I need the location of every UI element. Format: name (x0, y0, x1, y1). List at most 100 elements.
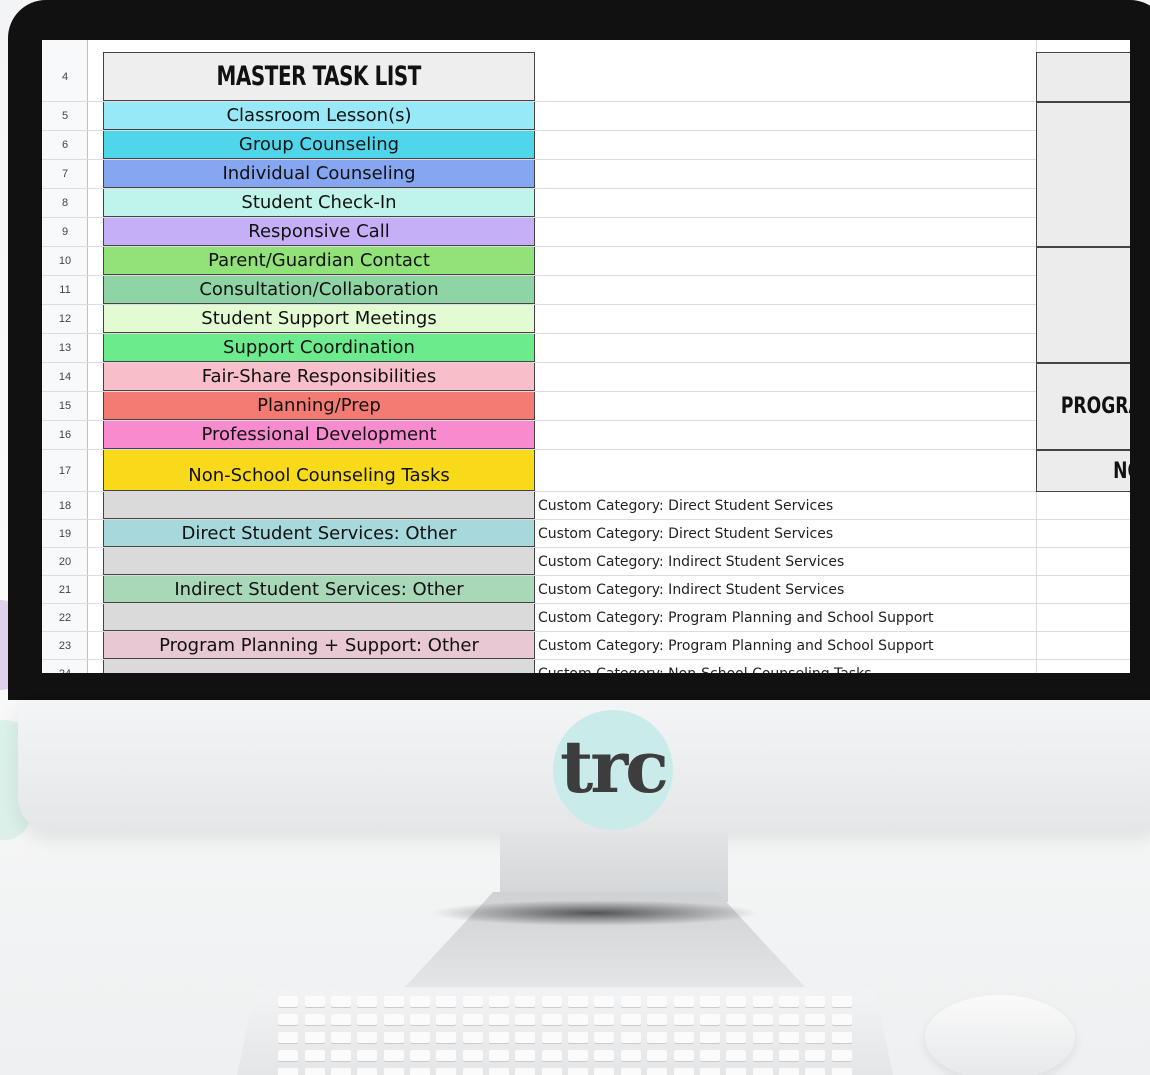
row-number[interactable]: 22 (42, 604, 88, 631)
category-note-cell[interactable]: Custom Category: Indirect Student Servic… (538, 548, 844, 575)
row-number[interactable]: 21 (42, 576, 88, 603)
row-number[interactable]: 18 (42, 492, 88, 519)
keyboard-key (831, 1014, 852, 1025)
side-program-cell[interactable]: PROGRA (1036, 363, 1130, 450)
task-cell[interactable]: Individual Counseling (103, 160, 535, 188)
keyboard-key (304, 1050, 325, 1061)
task-cell[interactable]: Classroom Lesson(s) (103, 102, 535, 130)
keyboard-key (779, 1014, 799, 1025)
task-cell[interactable]: Non-School Counseling Tasks (103, 450, 535, 491)
keyboard-key (568, 1068, 589, 1075)
keyboard-key (383, 1050, 404, 1061)
row-number[interactable]: 15 (42, 392, 88, 420)
task-cell[interactable]: Program Planning + Support: Other (103, 632, 535, 659)
row-number[interactable]: 8 (42, 189, 88, 217)
sheet-row: 10 Parent/Guardian Contact (42, 247, 1130, 276)
row-number[interactable]: 24 (42, 660, 88, 674)
row-number[interactable]: 13 (42, 334, 88, 362)
keyboard-key (647, 1068, 668, 1075)
keyboard-key (805, 1014, 826, 1025)
keyboard-key (436, 1068, 457, 1075)
sheet-row: 14 Fair-Share Responsibilities (42, 363, 1130, 392)
keyboard-key (620, 996, 641, 1007)
keyboard-key (726, 1050, 747, 1061)
row-number[interactable]: 10 (42, 247, 88, 275)
row-number[interactable]: 20 (42, 548, 88, 575)
keyboard-key (462, 1068, 483, 1075)
row-number[interactable]: 9 (42, 218, 88, 246)
task-cell[interactable]: Fair-Share Responsibilities (103, 363, 535, 391)
task-cell[interactable]: Direct Student Services: Other (103, 520, 535, 547)
keyboard-key (726, 1068, 747, 1075)
keyboard-key (699, 1068, 720, 1075)
row-number[interactable]: 16 (42, 421, 88, 449)
keyboard-key (752, 1032, 773, 1043)
task-cell[interactable]: Planning/Prep (103, 392, 535, 420)
keyboard-key (330, 1032, 351, 1043)
category-note-cell[interactable]: Custom Category: Indirect Student Servic… (538, 576, 844, 603)
task-cell[interactable] (103, 604, 535, 631)
task-cell[interactable]: Student Support Meetings (103, 305, 535, 333)
task-cell[interactable] (103, 492, 535, 519)
task-cell[interactable]: Support Coordination (103, 334, 535, 362)
keyboard-key (489, 1014, 510, 1025)
keyboard-key (779, 1032, 799, 1043)
task-cell[interactable]: Indirect Student Services: Other (103, 576, 535, 603)
side-direct-cell[interactable] (1036, 102, 1130, 247)
category-note-cell[interactable]: Custom Category: Direct Student Services (538, 492, 833, 519)
task-cell[interactable]: Student Check-In (103, 189, 535, 217)
category-note-cell[interactable]: Custom Category: Direct Student Services (538, 520, 833, 547)
task-cell[interactable]: Professional Development (103, 421, 535, 449)
keyboard-key (673, 1068, 694, 1075)
row-number[interactable]: 19 (42, 520, 88, 547)
row-number[interactable]: 4 (42, 52, 88, 101)
keyboard-key (357, 1050, 378, 1061)
task-cell[interactable] (103, 660, 535, 673)
keyboard-row (235, 1068, 895, 1075)
keyboard-key (383, 1068, 404, 1075)
keyboard-key (699, 1032, 720, 1043)
row-number[interactable]: 11 (42, 276, 88, 304)
keyboard-key (779, 1068, 799, 1075)
row-number[interactable]: 23 (42, 632, 88, 659)
keyboard-key (541, 1050, 562, 1061)
task-cell[interactable]: Parent/Guardian Contact (103, 247, 535, 275)
keyboard-key (409, 1068, 430, 1075)
category-note-cell[interactable]: Custom Category: Program Planning and Sc… (538, 604, 934, 631)
sheet-row: 9 Responsive Call (42, 218, 1130, 247)
side-indirect-cell[interactable]: I (1036, 247, 1130, 363)
task-cell[interactable]: Responsive Call (103, 218, 535, 246)
category-note-cell[interactable]: Custom Category: Program Planning and Sc… (538, 632, 934, 659)
row-number[interactable]: 17 (42, 450, 88, 491)
keyboard-key (436, 1014, 457, 1025)
category-note-cell[interactable]: Custom Category: Non-School Counseling T… (538, 660, 872, 674)
row-number[interactable]: 7 (42, 160, 88, 188)
keyboard-key (673, 996, 694, 1007)
keyboard-key (699, 996, 720, 1007)
row-number[interactable]: 14 (42, 363, 88, 391)
keyboard (235, 990, 895, 1075)
keyboard-key (462, 1032, 483, 1043)
task-cell[interactable] (103, 548, 535, 575)
keyboard-key (541, 1068, 562, 1075)
keyboard-key (409, 1032, 430, 1043)
keyboard-key (805, 1050, 826, 1061)
task-cell[interactable]: Group Counseling (103, 131, 535, 159)
keyboard-key (673, 1014, 694, 1025)
keyboard-key (330, 996, 351, 1007)
side-header-cell[interactable] (1036, 52, 1130, 102)
sheet-row: 6 Group Counseling (42, 131, 1130, 160)
keyboard-key (620, 1068, 641, 1075)
sheet-row: 5 Classroom Lesson(s) (42, 102, 1130, 131)
keyboard-key (831, 1050, 852, 1061)
master-task-list-header[interactable]: MASTER TASK LIST (103, 52, 535, 101)
row-number[interactable]: 12 (42, 305, 88, 333)
keyboard-key (805, 1068, 826, 1075)
row-number[interactable]: 5 (42, 102, 88, 130)
task-cell[interactable]: Consultation/Collaboration (103, 276, 535, 304)
keyboard-key (568, 1050, 589, 1061)
side-non-cell[interactable]: NO (1036, 450, 1130, 492)
keyboard-key (462, 996, 483, 1007)
row-number[interactable]: 6 (42, 131, 88, 159)
keyboard-key (699, 1014, 720, 1025)
